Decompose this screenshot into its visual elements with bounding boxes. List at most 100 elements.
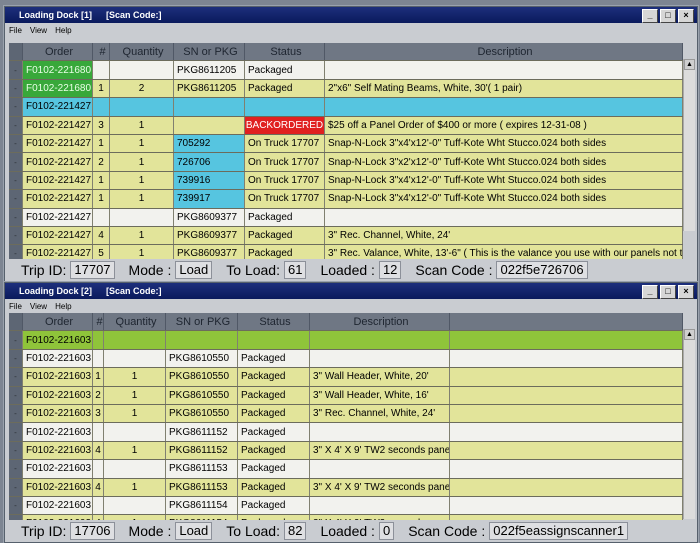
line-number-cell[interactable] — [93, 460, 104, 478]
line-number-cell[interactable]: 1 — [93, 190, 110, 208]
description-cell[interactable]: 3" Wall Header, White, 16' — [310, 386, 450, 404]
line-number-cell[interactable]: 2 — [93, 386, 104, 404]
row-selector[interactable]: - — [9, 190, 23, 208]
vertical-scrollbar[interactable]: ▲ — [683, 329, 695, 519]
status-cell[interactable]: Packaged — [238, 460, 310, 478]
description-cell[interactable] — [325, 98, 683, 116]
status-cell[interactable]: Packaged — [245, 226, 325, 245]
table-row[interactable]: - F0102-221427 1 1 705292 On Truck 17707 Snap-… — [9, 134, 683, 154]
quantity-cell[interactable] — [104, 496, 166, 515]
sn-pkg-cell[interactable]: PKG8611205 — [174, 61, 245, 79]
table-row[interactable]: - F0102-221427 3 1 BACKORDERED $25 off a Pane… — [9, 116, 683, 135]
row-selector[interactable]: - — [9, 404, 23, 423]
quantity-cell[interactable]: 1 — [104, 441, 166, 460]
scroll-up-icon[interactable]: ▲ — [684, 59, 695, 70]
description-cell[interactable] — [310, 349, 450, 368]
status-cell[interactable]: Packaged — [238, 478, 310, 496]
quantity-cell[interactable]: 1 — [110, 116, 174, 134]
description-cell[interactable]: 3" Wall Header, White, 20' — [310, 368, 450, 386]
line-number-cell[interactable]: 4 — [93, 478, 104, 496]
description-cell[interactable] — [310, 331, 450, 349]
line-number-cell[interactable] — [93, 423, 104, 441]
col-header-order[interactable]: Order — [23, 43, 93, 61]
sn-pkg-cell[interactable]: PKG8611152 — [166, 441, 238, 460]
sn-pkg-cell[interactable]: PKG8610550 — [166, 349, 238, 368]
menu-file[interactable]: File — [9, 302, 22, 311]
status-cell[interactable]: Packaged — [245, 79, 325, 98]
line-number-cell[interactable] — [93, 98, 110, 116]
order-cell[interactable]: F0102-221603 — [23, 496, 93, 515]
line-number-cell[interactable]: 3 — [93, 116, 110, 134]
row-selector[interactable]: - — [9, 368, 23, 386]
row-selector[interactable]: - — [9, 98, 23, 116]
description-cell[interactable]: Snap-N-Lock 3"x2'x12'-0" Tuff-Kote Wht S… — [325, 153, 683, 171]
row-selector[interactable]: - — [9, 116, 23, 134]
order-cell[interactable]: F0102-221603 — [23, 423, 93, 441]
order-cell[interactable]: F0102-221427 — [23, 208, 93, 226]
table-row[interactable]: - F0102-221603 PKG8610550 Packaged — [9, 349, 683, 369]
sn-pkg-cell[interactable] — [166, 331, 238, 349]
description-cell[interactable]: $25 off a Panel Order of $400 or more ( … — [325, 116, 683, 134]
order-cell[interactable]: F0102-221427 — [23, 190, 93, 208]
quantity-cell[interactable] — [104, 460, 166, 478]
sn-pkg-cell[interactable]: PKG8611153 — [166, 478, 238, 496]
sn-pkg-cell[interactable]: 705292 — [174, 134, 245, 153]
status-cell[interactable]: On Truck 17707 — [245, 153, 325, 171]
quantity-cell[interactable]: 1 — [104, 404, 166, 423]
line-number-cell[interactable]: 1 — [93, 171, 110, 190]
sn-pkg-cell[interactable]: PKG8611154 — [166, 496, 238, 515]
table-row[interactable]: - F0102-221603 4 1 PKG8611152 Packaged 3" X 4'… — [9, 441, 683, 461]
line-number-cell[interactable] — [93, 61, 110, 79]
quantity-cell[interactable]: 1 — [110, 190, 174, 208]
table-row[interactable]: - F0102-221603 PKG8611154 Packaged — [9, 496, 683, 516]
maximize-icon[interactable]: □ — [660, 285, 676, 299]
table-row[interactable]: - F0102-221427 2 1 726706 On Truck 17707 Snap-… — [9, 153, 683, 172]
row-selector[interactable]: - — [9, 171, 23, 190]
minimize-icon[interactable]: _ — [642, 285, 658, 299]
quantity-cell[interactable] — [104, 423, 166, 441]
quantity-cell[interactable]: 1 — [110, 153, 174, 171]
status-cell[interactable]: Packaged — [245, 61, 325, 79]
window-title-bar[interactable]: Loading Dock [2] [Scan Code:] _ □ × — [5, 283, 697, 299]
maximize-icon[interactable]: □ — [660, 9, 676, 23]
quantity-cell[interactable] — [104, 331, 166, 349]
sn-pkg-cell[interactable]: PKG8609377 — [174, 208, 245, 226]
order-cell[interactable]: F0102-221603 — [23, 404, 93, 423]
col-header-sn-pkg[interactable]: SN or PKG — [174, 43, 245, 61]
row-selector[interactable]: - — [9, 226, 23, 245]
description-cell[interactable]: 3" Rec. Channel, White, 24' — [325, 226, 683, 245]
line-number-cell[interactable] — [93, 349, 104, 368]
status-cell[interactable]: On Truck 17707 — [245, 190, 325, 208]
status-cell[interactable]: BACKORDERED — [245, 116, 325, 134]
description-cell[interactable] — [310, 496, 450, 515]
line-number-cell[interactable] — [93, 331, 104, 349]
table-row[interactable]: - F0102-221427 1 1 739917 On Truck 17707 Snap-… — [9, 190, 683, 209]
row-selector[interactable]: - — [9, 478, 23, 496]
line-number-cell[interactable]: 4 — [93, 226, 110, 245]
line-number-cell[interactable]: 3 — [93, 404, 104, 423]
table-row[interactable]: - F0102-221603 PKG8611153 Packaged — [9, 460, 683, 479]
col-header-quantity[interactable]: Quantity — [104, 313, 166, 331]
sn-pkg-cell[interactable]: PKG8611152 — [166, 423, 238, 441]
row-selector[interactable]: - — [9, 331, 23, 349]
quantity-cell[interactable]: 1 — [110, 171, 174, 190]
minimize-icon[interactable]: _ — [642, 9, 658, 23]
col-header-status[interactable]: Status — [238, 313, 310, 331]
order-cell[interactable]: F0102-221603 — [23, 331, 93, 349]
col-header-quantity[interactable]: Quantity — [110, 43, 174, 61]
table-row[interactable]: - F0102-221427 — [9, 98, 683, 117]
menu-file[interactable]: File — [9, 26, 22, 35]
table-row[interactable]: - F0102-221603 PKG8611152 Packaged — [9, 423, 683, 442]
line-number-cell[interactable]: 1 — [93, 368, 104, 386]
row-selector[interactable]: - — [9, 134, 23, 153]
order-cell[interactable]: F0102-221680 — [23, 79, 93, 98]
line-number-cell[interactable] — [93, 496, 104, 515]
row-selector[interactable]: - — [9, 386, 23, 404]
quantity-cell[interactable] — [104, 349, 166, 368]
table-row[interactable]: - F0102-221603 1 1 PKG8610550 Packaged 3" Wall… — [9, 368, 683, 387]
description-cell[interactable]: 3" X 4' X 9' TW2 seconds panels — [310, 441, 450, 460]
col-header-status[interactable]: Status — [245, 43, 325, 61]
sn-pkg-cell[interactable]: 739916 — [174, 171, 245, 190]
col-header-number[interactable]: # — [93, 43, 110, 61]
sn-pkg-cell[interactable] — [174, 116, 245, 134]
